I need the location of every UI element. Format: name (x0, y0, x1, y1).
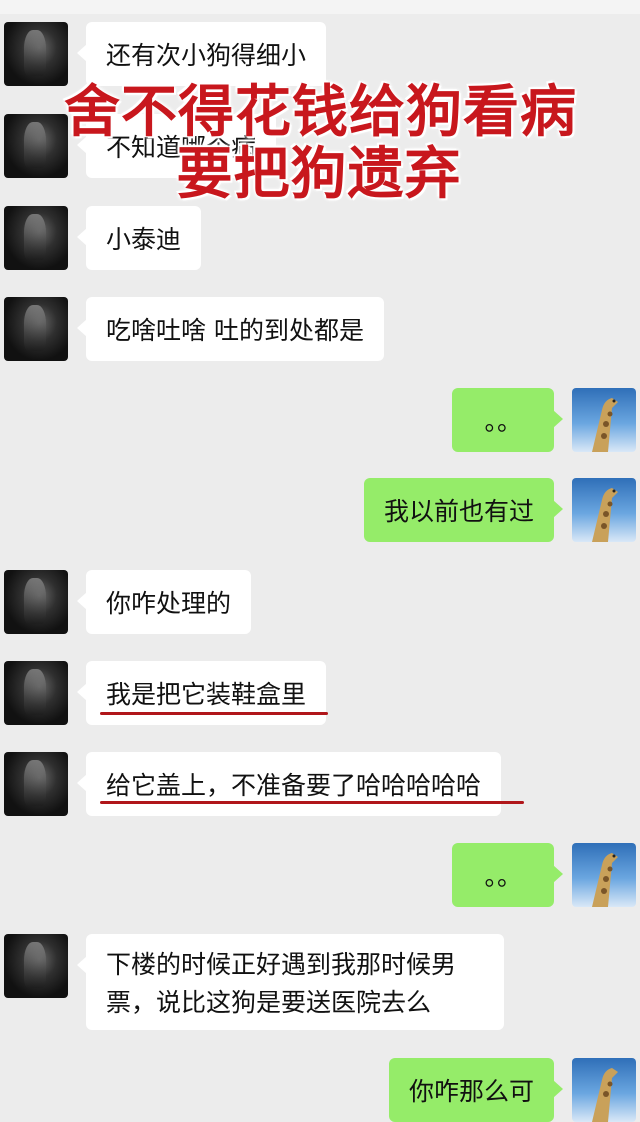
message-text: 。。 (484, 862, 522, 891)
message-text: 我以前也有过 (383, 497, 534, 526)
giraffe-icon (592, 398, 618, 452)
giraffe-icon (592, 853, 618, 907)
contact-avatar[interactable] (4, 297, 68, 361)
message-bubble-right: 我以前也有过 (363, 478, 564, 542)
message-bubble-left: 小泰迪 (76, 206, 202, 270)
giraffe-avatar[interactable] (572, 1058, 636, 1122)
message-bubble-right: 你咋那么可 (388, 1058, 564, 1122)
red-underline (100, 801, 524, 804)
message-text: 我是把它装鞋盒里 (106, 680, 307, 709)
message-text: 吃啥吐啥 吐的到处都是 (106, 316, 364, 345)
message-bubble-left: 你咋处理的 (76, 570, 252, 634)
giraffe-avatar[interactable] (572, 843, 636, 907)
giraffe-icon (592, 1068, 618, 1122)
contact-avatar[interactable] (4, 570, 68, 634)
message-bubble-left: 下楼的时候正好遇到我那时候男票，说比这狗是要送医院去么 (77, 934, 504, 1030)
giraffe-avatar[interactable] (572, 478, 636, 542)
contact-avatar[interactable] (4, 661, 68, 725)
message-bubble-left: 给它盖上，不准备要了哈哈哈哈哈 (76, 752, 502, 816)
message-text: 还有次小狗得细小 (106, 41, 307, 70)
caption-line-1: 舍不得花钱给狗看病 (64, 80, 577, 145)
message-bubble-left: 我是把它装鞋盒里 (76, 661, 327, 725)
contact-avatar[interactable] (4, 206, 68, 270)
message-bubble-left: 还有次小狗得细小 (76, 22, 327, 86)
contact-avatar[interactable] (4, 114, 68, 178)
message-text: 下楼的时候正好遇到我那时候男票，说比这狗是要送医院去么 (106, 950, 457, 1017)
giraffe-icon (592, 488, 618, 542)
contact-avatar[interactable] (4, 934, 68, 998)
caption-overlay: 舍不得花钱给狗看病 要把狗遗弃 (64, 80, 577, 207)
message-bubble-right: 。。 (452, 388, 563, 452)
message-text: 你咋那么可 (408, 1077, 534, 1106)
message-bubble-left: 吃啥吐啥 吐的到处都是 (77, 297, 384, 361)
contact-avatar[interactable] (4, 752, 68, 816)
message-bubble-right: 。。 (452, 843, 563, 907)
message-text: 小泰迪 (106, 225, 182, 254)
message-text: 给它盖上，不准备要了哈哈哈哈哈 (106, 771, 482, 800)
contact-avatar[interactable] (4, 22, 68, 86)
caption-line-2: 要把狗遗弃 (176, 142, 462, 207)
top-edge (0, 0, 640, 14)
message-text: 。。 (484, 407, 522, 436)
giraffe-avatar[interactable] (572, 388, 636, 452)
message-text: 你咋处理的 (106, 589, 232, 618)
red-underline (100, 712, 328, 715)
